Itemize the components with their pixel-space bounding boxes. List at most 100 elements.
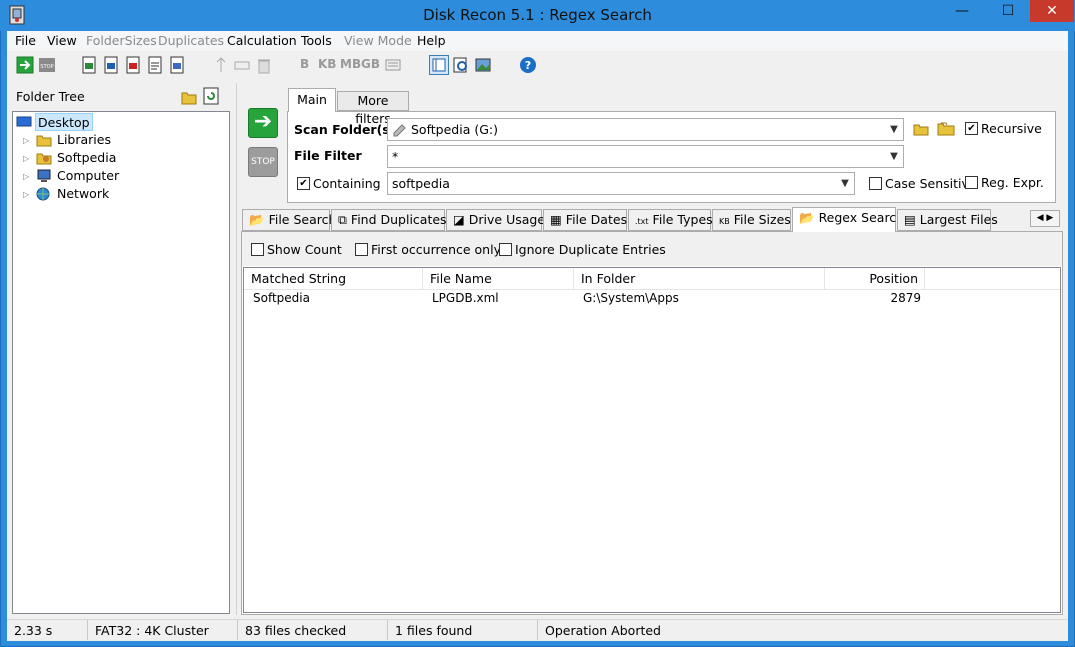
tab-file-sizes[interactable]: KB File Sizes [712,209,791,231]
tree-node-libraries[interactable]: Libraries [57,131,111,149]
show-count-checkbox[interactable] [251,243,264,256]
cell-in-folder[interactable]: G:\System\Apps [583,291,679,305]
menu-tools[interactable]: Tools [301,33,332,48]
tab-largest-files-label: Largest Files [919,212,998,227]
libraries-icon [36,133,52,147]
browse-folder-icon[interactable] [181,89,197,105]
menu-file[interactable]: File [15,33,36,48]
export-pdf-icon[interactable] [124,56,142,74]
tab-file-types[interactable]: .txt File Types [628,209,713,231]
menu-foldersizes[interactable]: FolderSizes [86,33,157,48]
regex-folder-icon: 📂 [799,210,815,225]
menu-help[interactable]: Help [417,33,446,48]
network-icon [36,187,52,201]
add-folder-icon[interactable] [913,122,929,136]
ignore-duplicates-checkbox[interactable] [499,243,512,256]
export-xml-icon[interactable] [168,56,186,74]
preview-icon[interactable] [452,56,470,74]
unit-gb-button[interactable]: GB [361,57,380,71]
column-header-file-name[interactable]: File Name [423,268,574,289]
expand-icon[interactable]: ▷ [23,136,32,145]
tab-more-filters[interactable]: More filters [337,91,409,126]
tab-main[interactable]: Main [288,88,336,112]
unit-kb-button[interactable]: KB [318,57,336,71]
first-occurrence-checkbox[interactable] [355,243,368,256]
file-filter-value: * [392,149,399,164]
go-button[interactable]: ➔ [248,108,278,138]
show-count-label: Show Count [267,242,342,257]
menu-duplicates[interactable]: Duplicates [158,33,224,48]
containing-label: Containing [313,176,381,191]
column-header-position[interactable]: Position [825,268,925,289]
ignore-duplicates-label: Ignore Duplicate Entries [515,242,666,257]
export-text-icon[interactable] [146,56,164,74]
stop-button[interactable]: STOP [248,147,278,177]
auto-unit-icon[interactable] [384,56,402,74]
cell-file-name[interactable]: LPGDB.xml [432,291,499,305]
refresh-icon[interactable] [203,87,219,105]
containing-checkbox[interactable]: ✔ [297,177,310,190]
status-divider [387,620,388,640]
regex-checkbox[interactable] [965,176,978,189]
tab-find-duplicates[interactable]: ⧉ Find Duplicates [331,209,447,231]
close-button[interactable]: ✕ [1030,0,1074,22]
column-header-in-folder[interactable]: In Folder [574,268,825,289]
stop-icon[interactable]: STOP [38,56,56,74]
unit-mb-button[interactable]: MB [340,57,361,71]
file-sizes-icon: KB [719,217,730,226]
tree-view-icon[interactable] [429,55,449,75]
chevron-down-icon[interactable]: ▼ [838,173,852,194]
tree-node-softpedia[interactable]: Softpedia [57,149,116,167]
scan-folder-combo[interactable]: Softpedia (G:) ▼ [387,118,904,141]
minimize-button[interactable]: — [948,0,976,22]
rename-icon[interactable] [233,56,251,74]
tab-regex-search[interactable]: 📂 Regex Search [792,207,904,233]
first-occurrence-label: First occurrence only [371,242,501,257]
cell-position[interactable]: 2879 [825,291,921,305]
tab-largest-files[interactable]: ▤ Largest Files [897,209,998,231]
containing-combo[interactable]: softpedia ▼ [387,172,855,195]
maximize-button[interactable]: ☐ [994,0,1022,22]
menu-view-mode[interactable]: View Mode [344,33,412,48]
image-view-icon[interactable] [474,56,492,74]
svg-text:?: ? [525,59,531,72]
search-folder-icon: 📂 [249,212,265,227]
menu-calculation[interactable]: Calculation [227,33,297,48]
expand-icon[interactable]: ▷ [23,190,32,199]
tab-file-dates-label: File Dates [565,212,628,227]
tab-scroll-arrows[interactable]: ◀ ▶ [1030,210,1060,227]
browse-folders-icon[interactable] [937,120,955,136]
regex-label: Reg. Expr. [981,175,1044,190]
expand-icon[interactable]: ▷ [23,154,32,163]
help-icon[interactable]: ? [519,56,537,74]
tab-drive-usage[interactable]: ◪ Drive Usage [446,209,545,231]
duplicates-icon: ⧉ [338,212,347,227]
go-icon[interactable] [16,56,34,74]
sort-icon[interactable] [212,56,230,74]
tab-file-search[interactable]: 📂 File Search [242,209,336,231]
cell-matched-string[interactable]: Softpedia [253,291,310,305]
tab-regex-search-label: Regex Search [818,210,905,225]
delete-icon[interactable] [255,56,273,74]
export-excel-icon[interactable] [80,56,98,74]
column-header-matched-string[interactable]: Matched String [244,268,423,289]
tab-file-dates[interactable]: ▦ File Dates [543,209,627,231]
results-list[interactable] [243,267,1061,613]
export-html-icon[interactable] [102,56,120,74]
svg-text:STOP: STOP [40,64,53,70]
drive-icon [392,122,406,143]
status-divider [237,620,238,640]
chevron-down-icon[interactable]: ▼ [887,146,901,167]
recursive-checkbox[interactable]: ✔ [965,122,978,135]
scan-folder-label: Scan Folder(s) [294,122,396,137]
case-sensitive-checkbox[interactable] [869,177,882,190]
menu-view[interactable]: View [47,33,77,48]
tree-node-computer[interactable]: Computer [57,167,119,185]
chevron-down-icon[interactable]: ▼ [887,119,901,140]
tree-node-network[interactable]: Network [57,185,109,203]
unit-bytes-button[interactable]: B [300,57,309,71]
tree-node-desktop[interactable]: Desktop [35,113,93,131]
recursive-label: Recursive [981,121,1042,136]
file-filter-combo[interactable]: * ▼ [387,145,904,168]
expand-icon[interactable]: ▷ [23,172,32,181]
